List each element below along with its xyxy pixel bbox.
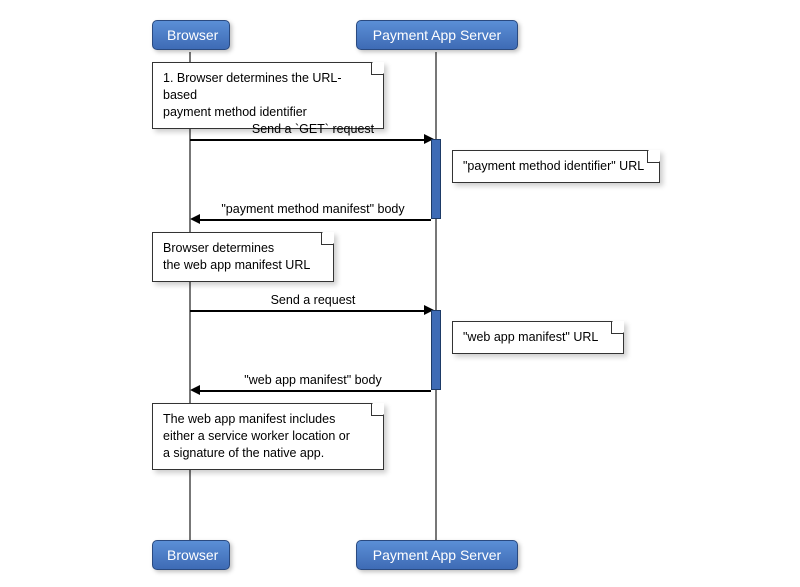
- note-fold-icon: [647, 151, 659, 163]
- note-manifest-includes: The web app manifest includes either a s…: [152, 403, 384, 470]
- message-label: "payment method manifest" body: [190, 202, 436, 216]
- note-text: The web app manifest includes either a s…: [163, 412, 350, 460]
- participant-server-bottom: Payment App Server: [356, 540, 518, 570]
- participant-server-top: Payment App Server: [356, 20, 518, 50]
- participant-label: Browser: [167, 27, 218, 43]
- note-fold-icon: [321, 233, 333, 245]
- message-arrow: [190, 310, 430, 312]
- note-webapp-url: "web app manifest" URL: [452, 321, 624, 354]
- participant-browser-bottom: Browser: [152, 540, 230, 570]
- note-text: "payment method identifier" URL: [463, 159, 644, 173]
- note-fold-icon: [611, 322, 623, 334]
- message-arrow: [200, 390, 431, 392]
- note-fold-icon: [371, 63, 383, 75]
- note-text: Browser determines the web app manifest …: [163, 241, 310, 272]
- arrowhead-left-icon: [190, 385, 200, 395]
- message-label: Send a `GET` request: [190, 122, 436, 136]
- participant-label: Payment App Server: [373, 547, 501, 563]
- sequence-diagram: { "participants": { "left": "Browser", "…: [0, 0, 800, 587]
- note-text: 1. Browser determines the URL-based paym…: [163, 71, 342, 119]
- note-step1: 1. Browser determines the URL-based paym…: [152, 62, 384, 129]
- note-fold-icon: [371, 404, 383, 416]
- arrowhead-left-icon: [190, 214, 200, 224]
- message-label: Send a request: [190, 293, 436, 307]
- participant-label: Payment App Server: [373, 27, 501, 43]
- participant-label: Browser: [167, 547, 218, 563]
- message-arrow: [190, 139, 430, 141]
- note-text: "web app manifest" URL: [463, 330, 598, 344]
- participant-browser-top: Browser: [152, 20, 230, 50]
- note-pmi-url: "payment method identifier" URL: [452, 150, 660, 183]
- message-label: "web app manifest" body: [190, 373, 436, 387]
- note-manifest-url: Browser determines the web app manifest …: [152, 232, 334, 282]
- message-arrow: [200, 219, 431, 221]
